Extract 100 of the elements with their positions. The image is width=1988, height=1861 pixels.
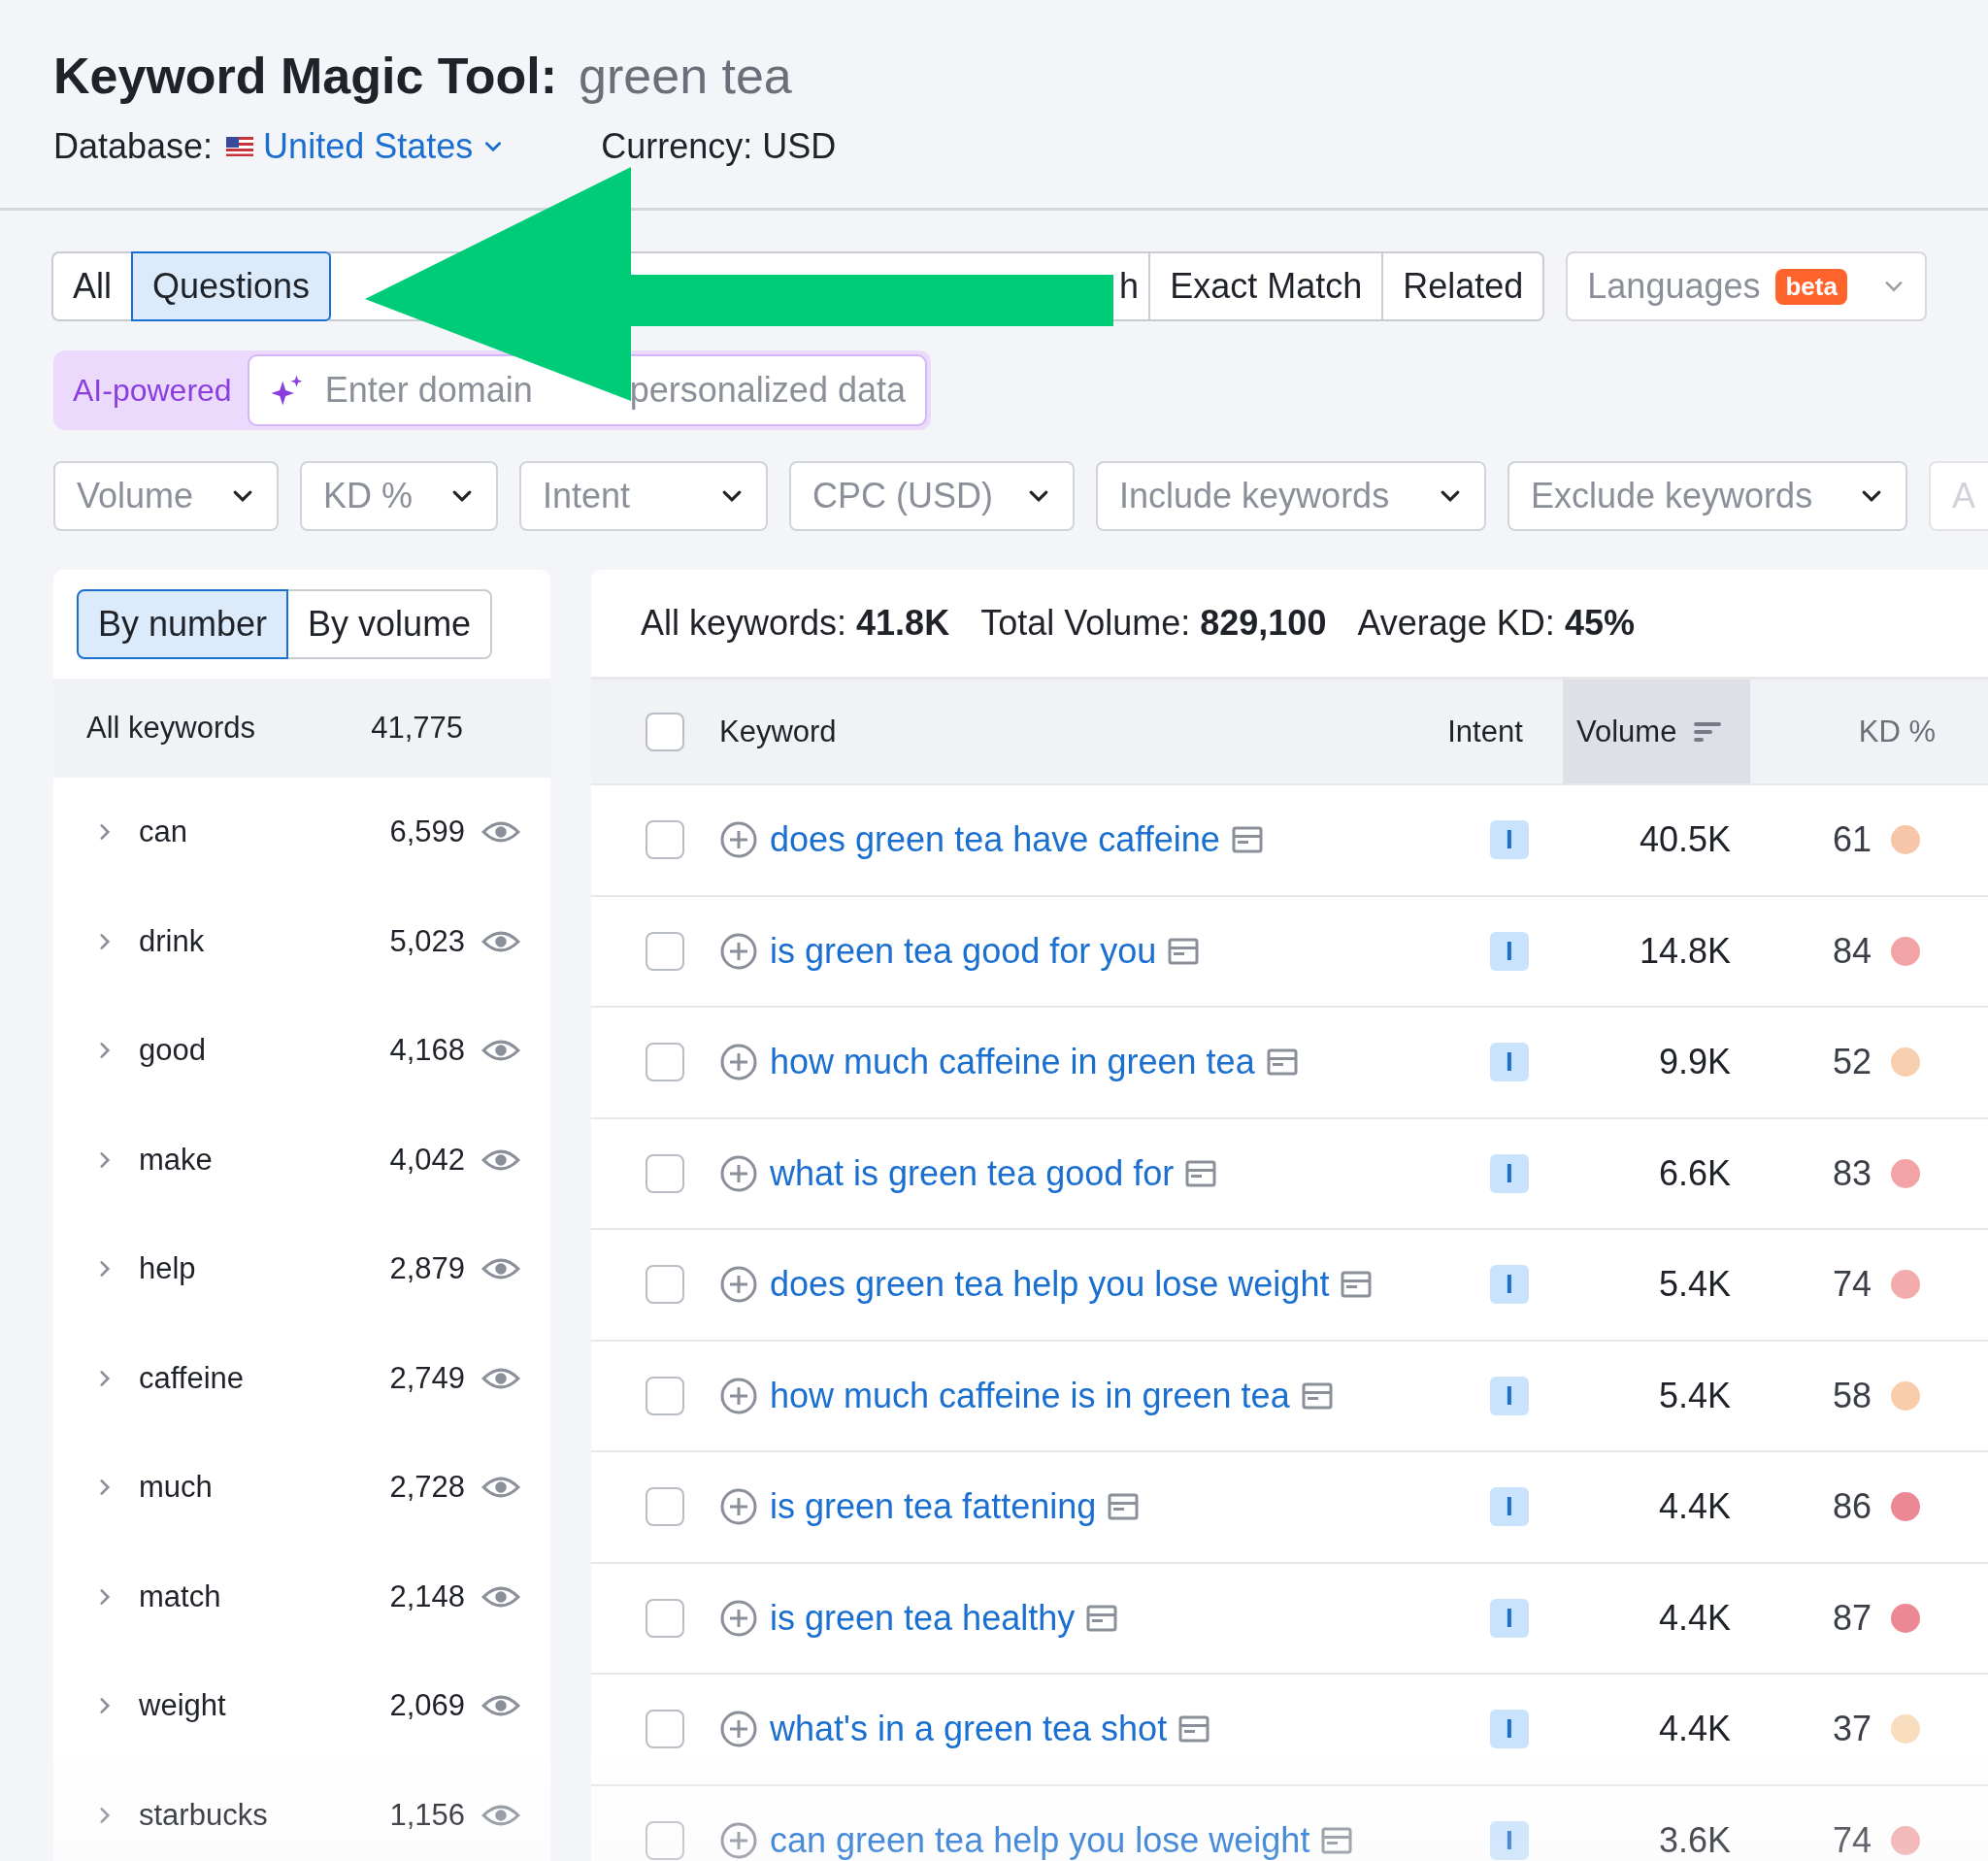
intent-badge: I [1490,1820,1529,1860]
toggle-option[interactable]: By number [77,589,289,659]
serp-icon[interactable] [1086,1604,1118,1632]
group-label: All keywords [86,711,255,746]
intent-badge: I [1490,931,1529,971]
keyword-link[interactable]: does green tea help you lose weight [770,1264,1330,1306]
serp-icon[interactable] [1231,826,1263,854]
intent-badge: I [1490,820,1529,860]
group-count: 6,599 [389,814,465,850]
serp-icon[interactable] [1301,1381,1333,1410]
serp-icon[interactable] [1108,1493,1140,1521]
serp-icon[interactable] [1178,1715,1210,1744]
page-title: Keyword Magic Tool: [53,47,558,105]
add-icon[interactable] [719,1710,758,1749]
add-icon[interactable] [719,1376,758,1415]
keyword-link[interactable]: does green tea have caffeine [770,819,1220,861]
tab[interactable]: Related [1381,251,1545,321]
row-checkbox[interactable] [646,820,684,860]
serp-icon[interactable] [1266,1048,1298,1077]
keyword-link[interactable]: what is green tea good for [770,1152,1175,1194]
currency-label: Currency: USD [601,126,837,167]
row-checkbox[interactable] [646,1376,684,1415]
serp-icon[interactable] [1185,1159,1217,1187]
group-word[interactable]: help [139,1251,390,1287]
add-icon[interactable] [719,1043,758,1082]
row-checkbox[interactable] [646,1265,684,1305]
volume-cell: 40.5K [1639,819,1731,861]
kd-cell: 58 [1832,1375,1872,1416]
group-count: 4,042 [389,1142,465,1178]
row-checkbox[interactable] [646,1043,684,1082]
column-header[interactable]: Intent [1447,714,1523,749]
group-word[interactable]: drink [139,923,390,959]
beta-badge: beta [1775,268,1847,305]
tab[interactable]: Questions [131,251,332,321]
intent-badge: I [1490,1710,1529,1749]
group-count: 2,879 [389,1251,465,1287]
column-header[interactable]: KD % [1858,714,1936,749]
group-word[interactable]: match [139,1579,390,1614]
intent-badge: I [1490,1265,1529,1305]
keyword-link[interactable]: is green tea good for you [770,930,1157,972]
languages-label: Languages [1587,266,1761,307]
volume-cell: 5.4K [1658,1375,1731,1416]
group-count: 1,156 [389,1797,465,1833]
database-select[interactable]: United States [226,126,505,167]
intent-badge: I [1490,1376,1529,1415]
row-checkbox[interactable] [646,1710,684,1749]
tab[interactable]: All [51,251,133,321]
select-all-checkbox[interactable] [646,712,684,751]
keyword-link[interactable]: is green tea fattening [770,1486,1097,1528]
kd-cell: 83 [1832,1152,1872,1194]
summary-stat: Average KD: 45% [1357,603,1635,644]
add-icon[interactable] [719,1487,758,1527]
add-icon[interactable] [719,931,758,971]
keyword-link[interactable]: how much caffeine is in green tea [770,1375,1290,1416]
volume-cell: 4.4K [1658,1709,1731,1750]
summary-stat: All keywords: 41.8K [641,603,950,644]
row-checkbox[interactable] [646,1153,684,1193]
keyword-link[interactable]: what's in a green tea shot [770,1709,1168,1750]
intent-badge: I [1490,1153,1529,1193]
column-header[interactable]: Keyword [719,714,837,749]
group-word[interactable]: much [139,1470,390,1506]
kd-cell: 86 [1832,1486,1872,1528]
serp-icon[interactable] [1341,1271,1373,1299]
group-word[interactable]: good [139,1033,390,1069]
kd-cell: 74 [1832,1264,1872,1306]
group-count: 41,775 [371,711,463,746]
row-checkbox[interactable] [646,1487,684,1527]
add-icon[interactable] [719,1820,758,1860]
add-icon[interactable] [719,1598,758,1638]
keyword-link[interactable]: how much caffeine in green tea [770,1042,1255,1083]
keyword-link[interactable]: is green tea healthy [770,1597,1076,1639]
summary-stat: Total Volume: 829,100 [980,603,1327,644]
kd-cell: 74 [1832,1819,1872,1861]
group-word[interactable]: weight [139,1688,390,1724]
group-count: 2,069 [389,1688,465,1724]
row-checkbox[interactable] [646,1598,684,1638]
row-checkbox[interactable] [646,931,684,971]
all-keywords-row[interactable]: All keywords 41,775 [53,679,550,778]
kd-cell: 52 [1832,1042,1872,1083]
column-header[interactable]: Volume [1563,680,1750,783]
serp-icon[interactable] [1168,937,1200,965]
toggle-option[interactable]: By volume [286,589,493,659]
volume-cell: 5.4K [1658,1264,1731,1306]
group-count: 2,749 [389,1360,465,1396]
serp-icon[interactable] [1321,1826,1353,1854]
group-word[interactable]: make [139,1142,390,1178]
add-icon[interactable] [719,1153,758,1193]
row-checkbox[interactable] [646,1820,684,1860]
add-icon[interactable] [719,820,758,860]
database-label: Database: [53,126,214,167]
tab[interactable]: h [1117,251,1151,321]
group-word[interactable]: caffeine [139,1360,390,1396]
group-count: 2,728 [389,1470,465,1506]
group-word[interactable]: starbucks [139,1797,390,1833]
group-word[interactable]: can [139,814,390,850]
kd-cell: 61 [1832,819,1872,861]
tab[interactable]: Exact Match [1148,251,1384,321]
volume-cell: 3.6K [1658,1819,1731,1861]
add-icon[interactable] [719,1265,758,1305]
group-count: 5,023 [389,923,465,959]
